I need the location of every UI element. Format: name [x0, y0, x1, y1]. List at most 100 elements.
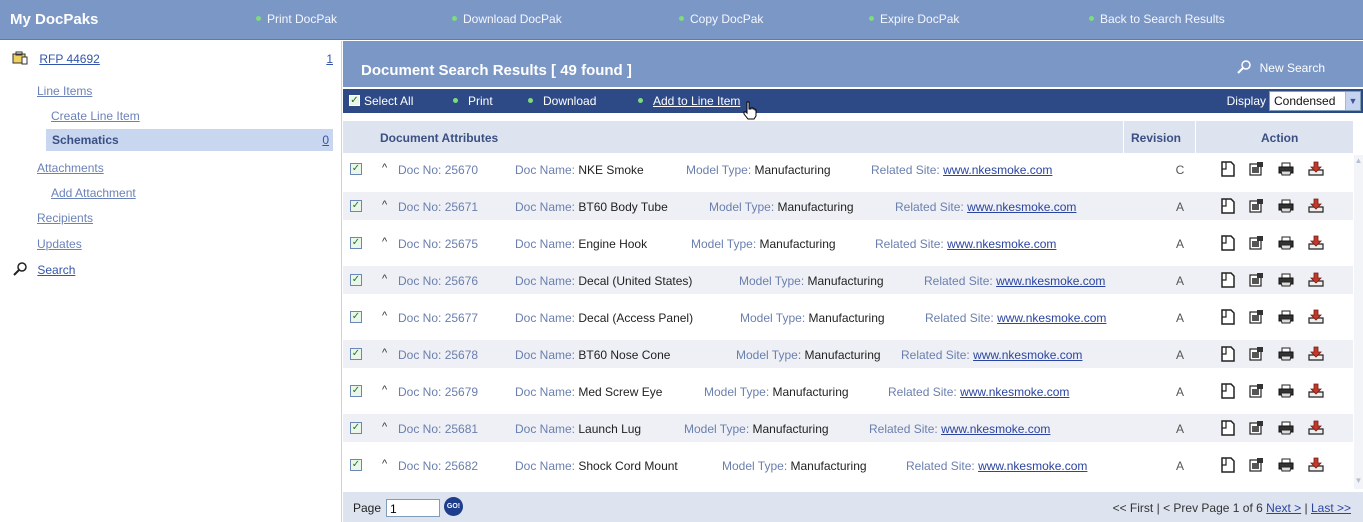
printer-icon[interactable] — [1276, 344, 1296, 364]
row-checkbox[interactable]: ✓ — [350, 385, 362, 397]
doc-no-value: 25676 — [444, 274, 479, 288]
scrollbar[interactable]: ▲ ▼ — [1354, 155, 1363, 489]
print-docpak-link[interactable]: Print DocPak — [256, 12, 337, 26]
download-icon[interactable] — [1306, 418, 1326, 438]
row-checkbox[interactable]: ✓ — [350, 348, 362, 360]
pager-nav: << First | < Prev Page 1 of 6 Next > | L… — [1112, 501, 1351, 515]
document-icon[interactable] — [1218, 159, 1238, 179]
download-button[interactable]: Download — [528, 94, 596, 108]
sidebar-item-search[interactable]: Search — [12, 262, 345, 279]
expand-caret-icon[interactable]: ^ — [382, 236, 387, 248]
related-site-link[interactable]: www.nkesmoke.com — [997, 311, 1106, 325]
print-button[interactable]: Print — [453, 94, 493, 108]
document-icon[interactable] — [1218, 418, 1238, 438]
expire-docpak-link[interactable]: Expire DocPak — [869, 12, 959, 26]
schematics-count[interactable]: 0 — [322, 133, 329, 147]
related-site: Related Site: www.nkesmoke.com — [871, 163, 1052, 177]
properties-icon[interactable] — [1246, 159, 1266, 179]
expand-caret-icon[interactable]: ^ — [382, 384, 387, 396]
related-site-link[interactable]: www.nkesmoke.com — [996, 274, 1105, 288]
expand-caret-icon[interactable]: ^ — [382, 162, 387, 174]
sidebar-item-schematics[interactable]: Schematics 0 — [46, 129, 333, 151]
expand-caret-icon[interactable]: ^ — [382, 199, 387, 211]
next-page-link[interactable]: Next > — [1266, 501, 1301, 515]
download-icon[interactable] — [1306, 270, 1326, 290]
download-icon[interactable] — [1306, 159, 1326, 179]
properties-icon[interactable] — [1246, 455, 1266, 475]
sidebar-item-create-line-item[interactable]: Create Line Item — [51, 109, 384, 123]
expand-caret-icon[interactable]: ^ — [382, 458, 387, 470]
back-to-search-results-link[interactable]: Back to Search Results — [1089, 12, 1225, 26]
related-site: Related Site: www.nkesmoke.com — [895, 200, 1076, 214]
row-checkbox[interactable]: ✓ — [350, 237, 362, 249]
related-site-link[interactable]: www.nkesmoke.com — [973, 348, 1082, 362]
download-icon[interactable] — [1306, 307, 1326, 327]
related-site-link[interactable]: www.nkesmoke.com — [947, 237, 1056, 251]
sidebar-item-recipients[interactable]: Recipients — [37, 211, 370, 225]
properties-icon[interactable] — [1246, 381, 1266, 401]
rfp-count[interactable]: 1 — [326, 52, 333, 66]
sidebar-item-updates[interactable]: Updates — [37, 237, 370, 251]
document-icon[interactable] — [1218, 270, 1238, 290]
related-site-link[interactable]: www.nkesmoke.com — [943, 163, 1052, 177]
document-icon[interactable] — [1218, 307, 1238, 327]
expand-caret-icon[interactable]: ^ — [382, 347, 387, 359]
properties-icon[interactable] — [1246, 270, 1266, 290]
document-icon[interactable] — [1218, 233, 1238, 253]
sidebar-item-line-items[interactable]: Line Items — [37, 84, 370, 98]
rfp-link[interactable]: RFP 44692 — [39, 52, 100, 66]
scroll-up-icon[interactable]: ▲ — [1354, 156, 1363, 168]
expand-caret-icon[interactable]: ^ — [382, 421, 387, 433]
download-icon[interactable] — [1306, 381, 1326, 401]
printer-icon[interactable] — [1276, 455, 1296, 475]
expand-caret-icon[interactable]: ^ — [382, 273, 387, 285]
scroll-down-icon[interactable]: ▼ — [1354, 476, 1363, 488]
page-number-input[interactable]: 1 — [386, 499, 440, 517]
table-row: ✓ ^ Doc No: 25671 Doc Name: BT60 Body Tube M… — [343, 192, 1353, 220]
document-icon[interactable] — [1218, 344, 1238, 364]
row-checkbox[interactable]: ✓ — [350, 200, 362, 212]
sidebar-item-attachments[interactable]: Attachments — [37, 161, 370, 175]
printer-icon[interactable] — [1276, 196, 1296, 216]
document-icon[interactable] — [1218, 455, 1238, 475]
properties-icon[interactable] — [1246, 344, 1266, 364]
related-site-link[interactable]: www.nkesmoke.com — [978, 459, 1087, 473]
last-page-link[interactable]: Last >> — [1311, 501, 1351, 515]
printer-icon[interactable] — [1276, 381, 1296, 401]
prev-page-link[interactable]: < Prev — [1163, 501, 1198, 515]
related-site-link[interactable]: www.nkesmoke.com — [967, 200, 1076, 214]
row-checkbox[interactable]: ✓ — [350, 274, 362, 286]
expand-caret-icon[interactable]: ^ — [382, 310, 387, 322]
sidebar-item-add-attachment[interactable]: Add Attachment — [51, 186, 384, 200]
row-checkbox[interactable]: ✓ — [350, 459, 362, 471]
download-icon[interactable] — [1306, 196, 1326, 216]
download-docpak-link[interactable]: Download DocPak — [452, 12, 562, 26]
download-icon[interactable] — [1306, 455, 1326, 475]
related-site-link[interactable]: www.nkesmoke.com — [941, 422, 1050, 436]
first-page-link[interactable]: << First — [1113, 501, 1154, 515]
select-all-checkbox[interactable]: ✓ Select All — [349, 94, 413, 108]
properties-icon[interactable] — [1246, 307, 1266, 327]
download-icon[interactable] — [1306, 344, 1326, 364]
printer-icon[interactable] — [1276, 233, 1296, 253]
doc-name-value: Engine Hook — [578, 237, 648, 251]
printer-icon[interactable] — [1276, 270, 1296, 290]
printer-icon[interactable] — [1276, 418, 1296, 438]
row-checkbox[interactable]: ✓ — [350, 163, 362, 175]
properties-icon[interactable] — [1246, 233, 1266, 253]
printer-icon[interactable] — [1276, 307, 1296, 327]
row-checkbox[interactable]: ✓ — [350, 311, 362, 323]
row-checkbox[interactable]: ✓ — [350, 422, 362, 434]
printer-icon[interactable] — [1276, 159, 1296, 179]
document-icon[interactable] — [1218, 196, 1238, 216]
download-icon[interactable] — [1306, 233, 1326, 253]
properties-icon[interactable] — [1246, 196, 1266, 216]
new-search-button[interactable]: New Search — [1236, 60, 1325, 77]
copy-docpak-link[interactable]: Copy DocPak — [679, 12, 763, 26]
related-site-link[interactable]: www.nkesmoke.com — [960, 385, 1069, 399]
go-button[interactable]: GO! — [444, 497, 463, 516]
document-icon[interactable] — [1218, 381, 1238, 401]
properties-icon[interactable] — [1246, 418, 1266, 438]
display-select[interactable]: Condensed ▼ — [1269, 91, 1361, 111]
add-to-line-item-button[interactable]: Add to Line Item — [638, 94, 740, 108]
